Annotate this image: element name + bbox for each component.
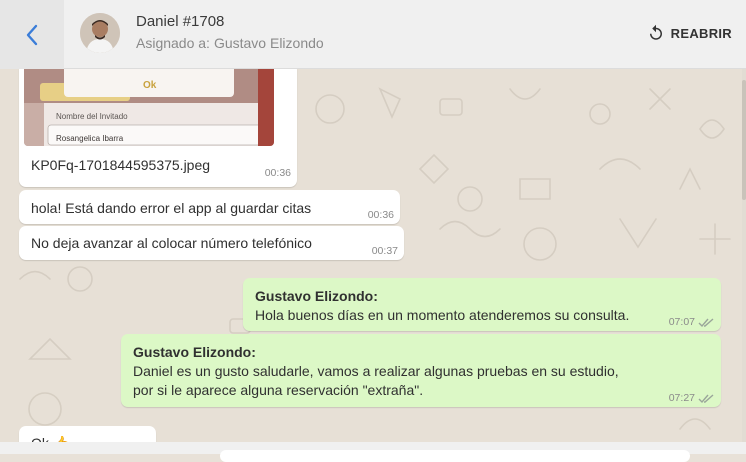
assigned-agent: Asignado a: Gustavo Elizondo	[136, 35, 324, 51]
preview-ok-text: Ok	[143, 80, 157, 91]
message-text: por si le aparece alguna reservación "ex…	[133, 382, 424, 398]
message-time: 00:36	[264, 167, 291, 179]
assigned-label: Asignado a:	[136, 35, 210, 51]
message-input[interactable]	[220, 450, 690, 462]
message-text: Daniel es un gusto saludarle, vamos a re…	[133, 363, 619, 379]
chat-area[interactable]: Ok Nombre del Invitado Rosangelica Ibarr…	[0, 69, 746, 442]
message-text: No deja avanzar al colocar número telefó…	[31, 235, 312, 251]
double-check-icon	[698, 318, 714, 328]
message-text: Ok 👍	[31, 433, 70, 442]
incoming-message: No deja avanzar al colocar número telefó…	[19, 226, 404, 260]
incoming-message: hola! Está dando error el app al guardar…	[19, 190, 400, 224]
message-text: hola! Está dando error el app al guardar…	[31, 200, 312, 216]
avatar[interactable]	[80, 13, 120, 53]
reopen-button[interactable]: REABRIR	[647, 20, 732, 46]
message-text: Hola buenos días en un momento atenderem…	[255, 307, 630, 323]
chat-scrollbar-thumb[interactable]	[742, 80, 746, 200]
reopen-icon	[649, 24, 662, 40]
chevron-left-icon	[26, 24, 38, 45]
preview-field-value: Rosangelica Ibarra	[56, 134, 124, 143]
chat-header: Daniel #1708 Asignado a: Gustavo Elizondo…	[0, 0, 746, 69]
outgoing-message: Gustavo Elizondo: Daniel es un gusto sal…	[121, 334, 721, 407]
message-time: 07:07	[668, 316, 695, 328]
contact-name: Daniel #1708	[136, 13, 225, 30]
message-time: 00:37	[371, 245, 398, 257]
back-button[interactable]	[0, 0, 64, 69]
image-message[interactable]: Ok Nombre del Invitado Rosangelica Ibarr…	[19, 69, 297, 187]
assigned-agent-name: Gustavo Elizondo	[213, 35, 324, 51]
incoming-message: Ok 👍	[19, 426, 156, 442]
preview-field-label: Nombre del Invitado	[56, 112, 128, 121]
image-filename[interactable]: KP0Fq-1701844595375.jpeg	[31, 155, 210, 175]
message-sender: Gustavo Elizondo:	[255, 288, 378, 304]
reopen-label: REABRIR	[670, 25, 732, 41]
message-time: 07:27	[668, 392, 695, 404]
message-sender: Gustavo Elizondo:	[133, 344, 256, 360]
double-check-icon	[698, 394, 714, 404]
outgoing-message: Gustavo Elizondo: Hola buenos días en un…	[243, 278, 721, 331]
message-time: 00:36	[367, 209, 394, 221]
